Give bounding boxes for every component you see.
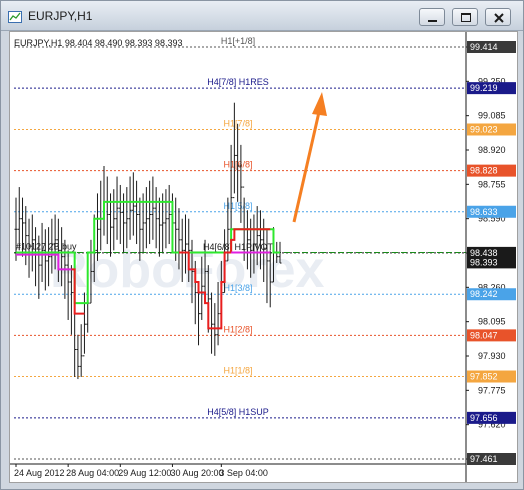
price-tag-label: 97.656 [470, 413, 498, 423]
x-tick-label: 3 Sep 04:00 [219, 468, 268, 478]
level-label: H1[+1/8] [221, 36, 255, 46]
price-tag-label: 99.414 [470, 42, 498, 52]
level-label: H1[3/8] [223, 283, 252, 293]
close-button[interactable] [485, 8, 511, 26]
price-tag-label: 98.242 [470, 289, 498, 299]
price-chart[interactable]: RoboForex EURJPY,H1 98.404 98.490 98.393… [10, 32, 517, 482]
x-tick-label: 28 Aug 04:00 [66, 468, 119, 478]
price-tag-label: 98.633 [470, 207, 498, 217]
price-tag-label: 99.023 [470, 124, 498, 134]
close-icon [494, 13, 504, 23]
price-tag-label: 98.828 [470, 166, 498, 176]
x-tick-label: 30 Aug 20:00 [170, 468, 223, 478]
y-tick-label: 97.930 [478, 351, 506, 361]
chart-window-icon [8, 10, 22, 23]
maximize-button[interactable] [452, 8, 478, 26]
price-tag-label: 98.047 [470, 330, 498, 340]
level-label: H4[5/8] H1SUP [207, 407, 269, 417]
maximize-icon [461, 13, 471, 22]
forecast-arrow-shaft [292, 111, 321, 223]
price-tag-label: 97.852 [470, 372, 498, 382]
y-tick-label: 97.775 [478, 385, 506, 395]
minimize-button[interactable] [419, 8, 445, 26]
y-tick-label: 98.095 [478, 317, 506, 327]
minimize-icon [428, 20, 437, 22]
x-tick-label: 29 Aug 12:00 [118, 468, 171, 478]
x-tick-label: 24 Aug 2012 [14, 468, 65, 478]
price-tag-label: 99.219 [470, 83, 498, 93]
level-label: H4[6/8] H1PIVOT [203, 242, 274, 252]
level-label: H4[7/8] H1RES [207, 77, 269, 87]
y-tick-label: 98.920 [478, 145, 506, 155]
title-bar[interactable]: EURJPY,H1 [1, 1, 523, 31]
price-tag-label: 97.461 [470, 454, 498, 464]
chart-window: EURJPY,H1 RoboForex EURJPY,H1 98.404 98.… [0, 0, 524, 490]
forecast-arrow-head [312, 92, 327, 116]
current-price-label: 98.393 [470, 257, 498, 267]
y-tick-label: 99.085 [478, 111, 506, 121]
level-label: H1[1/8] [223, 366, 252, 376]
y-tick-label: 98.755 [478, 179, 506, 189]
window-title: EURJPY,H1 [28, 9, 93, 23]
level-label: H1[2/8] [223, 324, 252, 334]
chart-area[interactable]: RoboForex EURJPY,H1 98.404 98.490 98.393… [9, 31, 518, 483]
buy-order-label: #10127 2B buy [16, 241, 77, 251]
